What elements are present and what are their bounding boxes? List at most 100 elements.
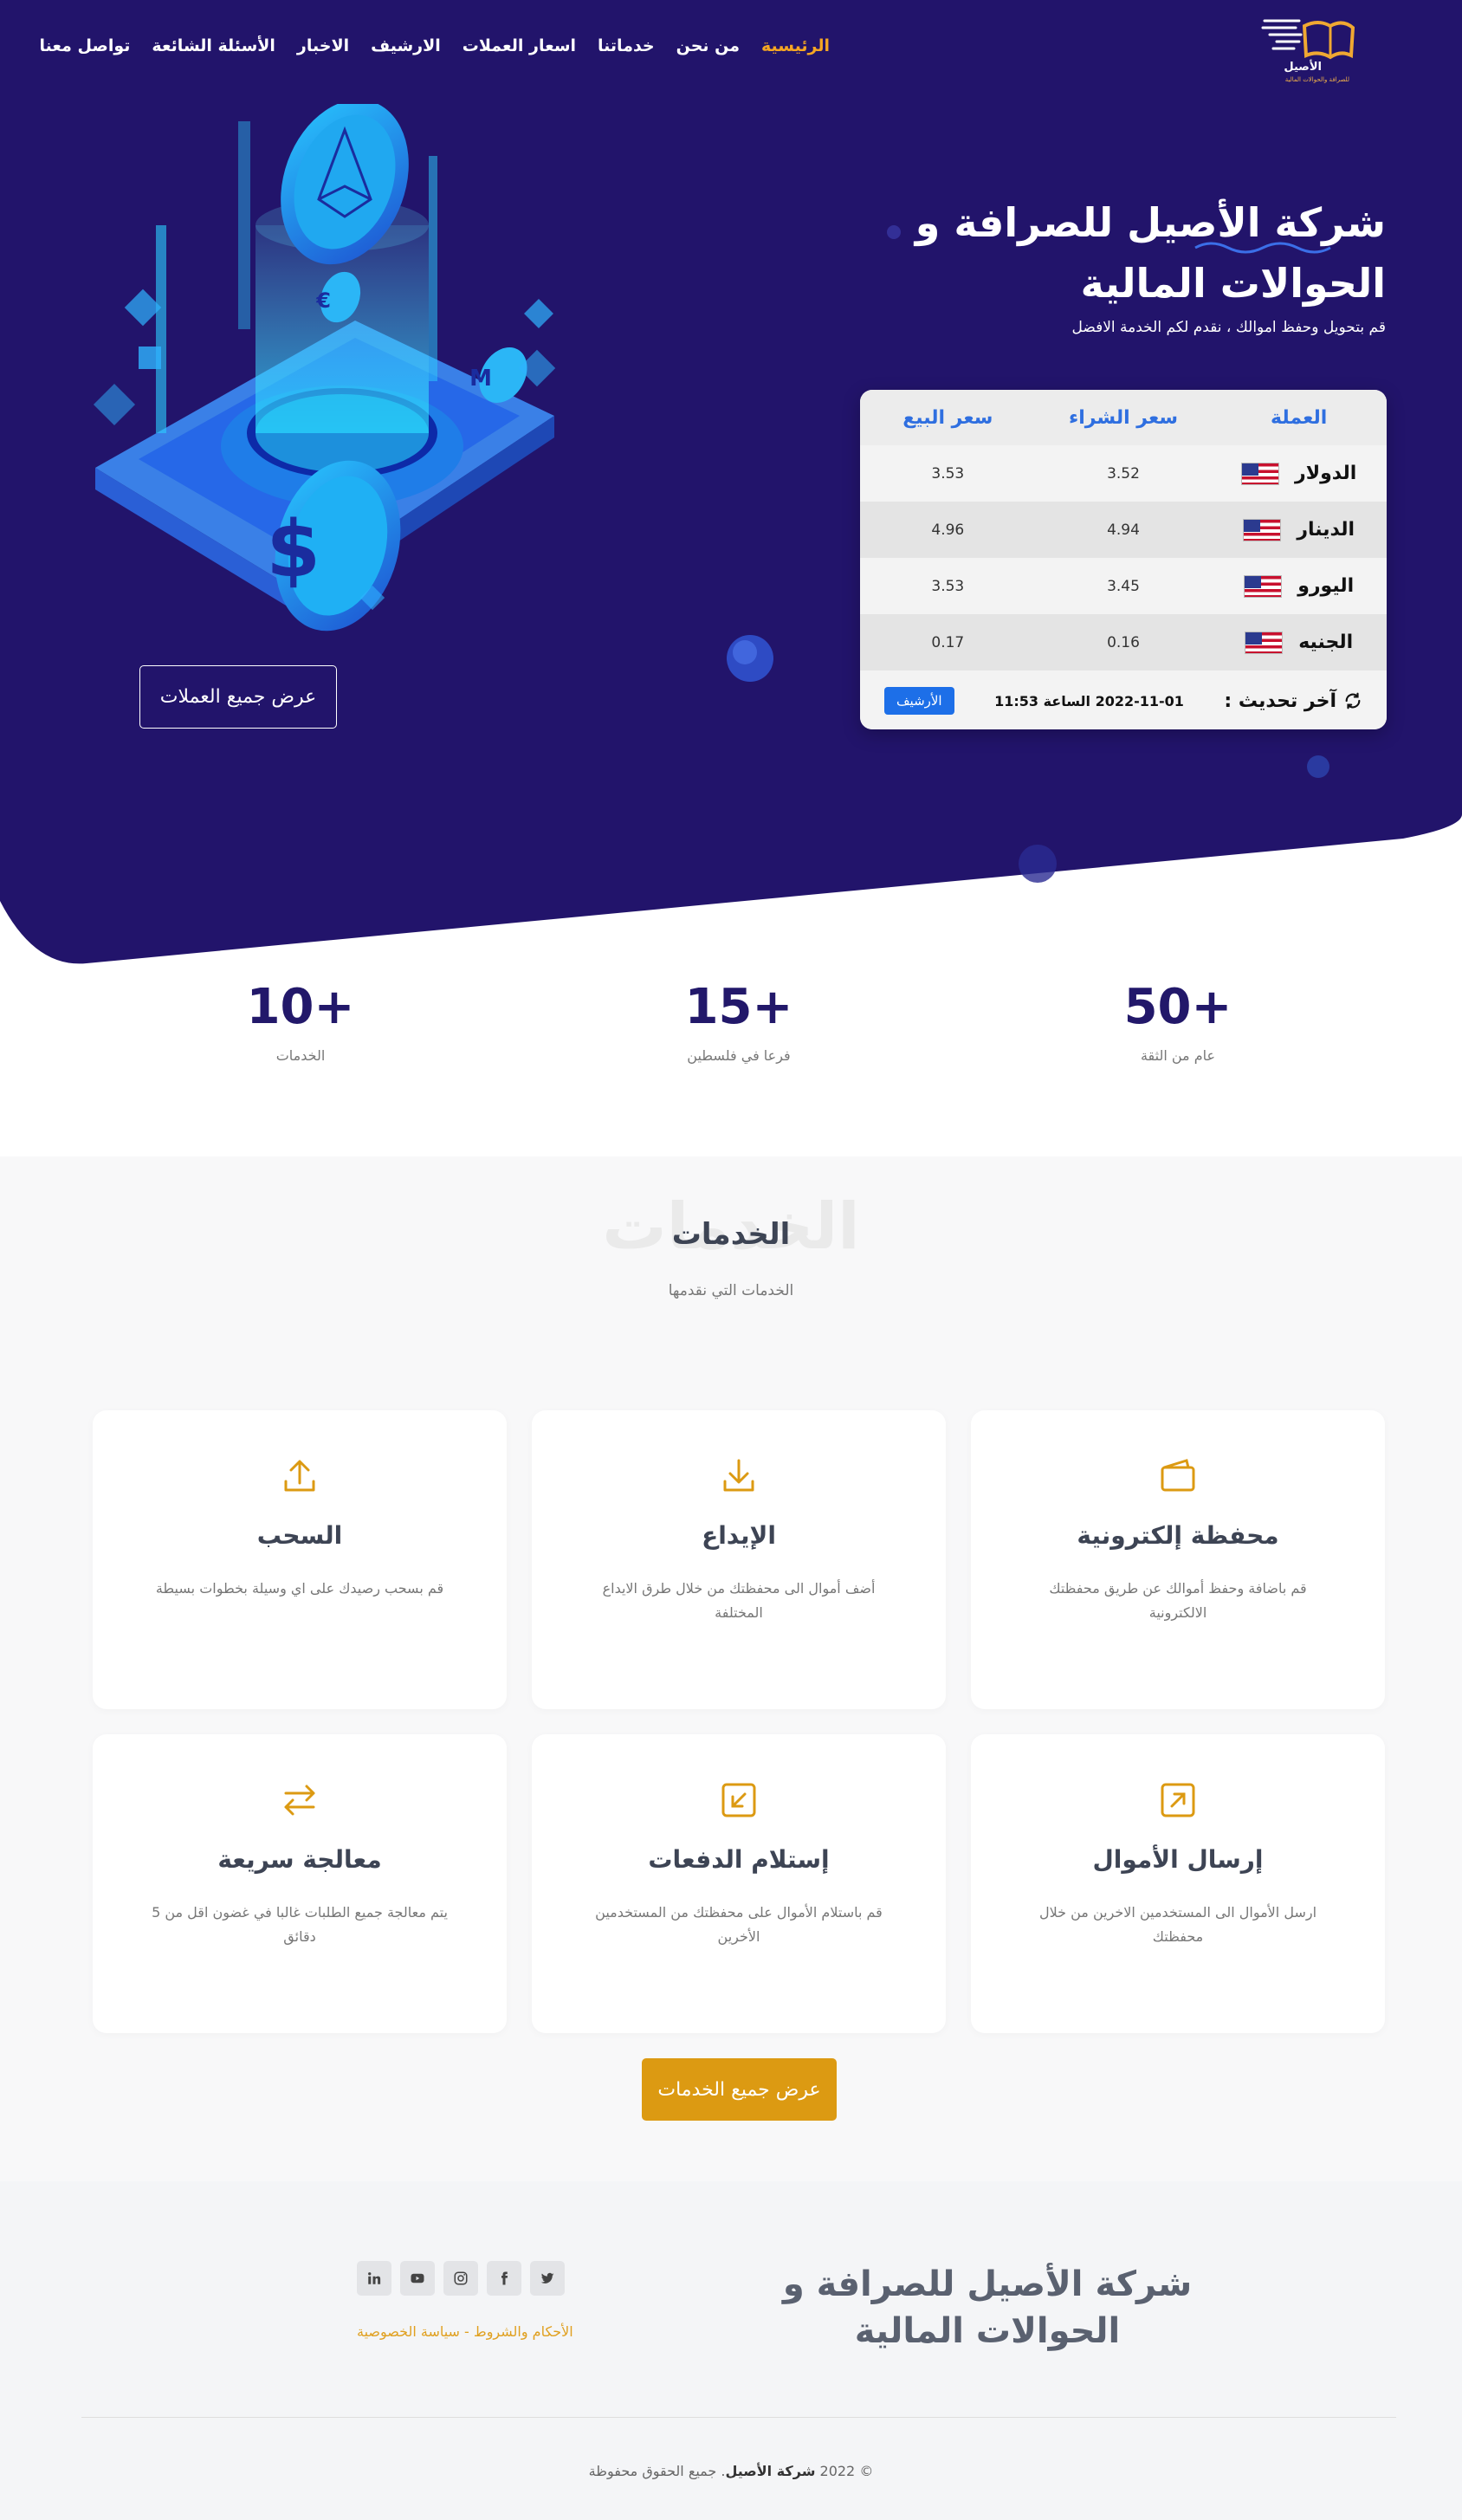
- stat-years: 50+ عام من الثقة: [1048, 979, 1308, 1064]
- svg-text:$: $: [266, 504, 320, 595]
- card-title: محفظة إلكترونية: [1077, 1521, 1279, 1550]
- facebook-icon[interactable]: [487, 2261, 521, 2296]
- nav-prices[interactable]: اسعار العملات: [463, 36, 576, 55]
- us-flag-icon: [1243, 518, 1282, 541]
- copyright: © 2022 شركة الأصيل. جميع الحقوق محفوظة: [0, 2463, 1462, 2479]
- wallet-icon: [1161, 1459, 1195, 1492]
- service-card-wallet[interactable]: محفظة إلكترونية قم باضافة وحفظ أموالك عن…: [971, 1410, 1385, 1709]
- card-title: الإيداع: [702, 1521, 776, 1550]
- svg-text:€: €: [315, 288, 331, 313]
- footer-title: شركة الأصيل للصرافة و الحوالات المالية: [782, 2264, 1193, 2351]
- stat-label: الخدمات: [275, 1047, 326, 1064]
- header-buy: سعر الشراء: [1068, 406, 1179, 429]
- service-card-withdraw[interactable]: السحب قم بسحب رصيدك على اي وسيلة بخطوات …: [93, 1410, 507, 1709]
- sell-price: 3.53: [931, 577, 965, 595]
- buy-price: 0.16: [1107, 633, 1140, 651]
- footer-divider: [81, 2417, 1396, 2418]
- service-card-receive[interactable]: إستلام الدفعات قم باستلام الأموال على مح…: [532, 1734, 946, 2033]
- nav-services[interactable]: خدماتنا: [598, 36, 655, 55]
- last-update: آخر تحديث :: [1224, 690, 1362, 712]
- title-underline-icon: [1194, 242, 1331, 254]
- table-row: الجنيه 0.16 0.17: [860, 614, 1387, 670]
- copyright-prefix: © 2022: [819, 2463, 874, 2479]
- us-flag-icon: [1241, 462, 1280, 485]
- update-label: آخر تحديث :: [1224, 690, 1336, 712]
- buy-price: 4.94: [1107, 521, 1140, 539]
- stats-section: 50+ عام من الثقة 15+ فرعا في فلسطين 10+ …: [0, 979, 1462, 1152]
- card-description: قم باضافة وحفظ أموالك عن طريق محفظتك الا…: [1049, 1580, 1307, 1621]
- card-title: إستلام الدفعات: [648, 1845, 830, 1874]
- table-row: الدولار 3.52 3.53: [860, 445, 1387, 502]
- rates-body: الدولار 3.52 3.53 الدينار 4.94 4.96 اليو…: [860, 445, 1387, 670]
- footer: شركة الأصيل للصرافة و الحوالات المالية ا…: [0, 2181, 1462, 2520]
- us-flag-icon: [1245, 631, 1284, 654]
- stat-value: 10+: [246, 979, 355, 1035]
- send-money-icon: [1161, 1783, 1195, 1817]
- card-title: السحب: [256, 1521, 343, 1550]
- table-row: اليورو 3.45 3.53: [860, 558, 1387, 614]
- all-currencies-button[interactable]: عرض جميع العملات: [139, 665, 337, 729]
- services-title: الخدمات: [671, 1217, 791, 1252]
- currency-name: اليورو: [1297, 575, 1355, 597]
- deposit-icon: [723, 1459, 754, 1492]
- card-title: معالجة سريعة: [217, 1845, 382, 1874]
- services-section: الخدمات الخدمات الخدمات التي نقدمها محفظ…: [0, 1156, 1462, 2181]
- service-card-deposit[interactable]: الإيداع أضف أموال الى محفظتك من خلال طرق…: [532, 1410, 946, 1709]
- card-title: إرسال الأموال: [1092, 1845, 1264, 1874]
- sell-price: 0.17: [931, 633, 965, 651]
- nav-contact[interactable]: تواصل معنا: [40, 36, 131, 55]
- card-description: ارسل الأموال الى المستخدمين الاخرين من خ…: [1038, 1904, 1317, 1945]
- buy-price: 3.52: [1107, 464, 1140, 483]
- linkedin-icon[interactable]: [357, 2261, 391, 2296]
- nav-faq[interactable]: الأسئلة الشائعة: [152, 36, 275, 55]
- refresh-icon: [1345, 692, 1361, 709]
- nav-home[interactable]: الرئيسية: [761, 36, 830, 55]
- receive-payment-icon: [721, 1783, 756, 1817]
- stat-label: فرعا في فلسطين: [687, 1047, 791, 1064]
- exchange-icon: [284, 1785, 315, 1816]
- terms-privacy-link[interactable]: الأحكام والشروط - سياسة الخصوصية: [357, 2323, 573, 2340]
- card-description: يتم معالجة جميع الطلبات غالبا في غضون اق…: [152, 1904, 448, 1945]
- rates-header: العملة سعر الشراء سعر البيع: [860, 390, 1387, 445]
- crypto-illustration-icon: $ € M: [93, 104, 556, 632]
- stat-label: عام من الثقة: [1140, 1047, 1216, 1064]
- twitter-icon[interactable]: [530, 2261, 565, 2296]
- currency-name: الجنيه: [1298, 632, 1354, 653]
- sell-price: 3.53: [931, 464, 965, 483]
- logo-name: الأصيل: [1284, 61, 1322, 74]
- services-subtitle: الخدمات التي نقدمها: [668, 1282, 794, 1299]
- card-description: قم بسحب رصيدك على اي وسيلة بخطوات بسيطة: [155, 1580, 444, 1597]
- service-card-send[interactable]: إرسال الأموال ارسل الأموال الى المستخدمي…: [971, 1734, 1385, 2033]
- archive-button[interactable]: الأرشيف: [884, 687, 954, 715]
- all-services-button[interactable]: عرض جميع الخدمات: [642, 2058, 837, 2121]
- nav-about[interactable]: من نحن: [676, 36, 740, 55]
- copyright-company: شركة الأصيل: [725, 2463, 816, 2479]
- us-flag-icon: [1244, 574, 1283, 598]
- card-description: قم باستلام الأموال على محفظتك من المستخد…: [595, 1904, 883, 1945]
- hero-subtitle: قم بتحويل وحفظ اموالك ، نقدم لكم الخدمة …: [1071, 319, 1386, 336]
- service-card-fast[interactable]: معالجة سريعة يتم معالجة جميع الطلبات غال…: [93, 1734, 507, 2033]
- hero-section: الأصيل للصرافة والحوالات المالية الرئيسي…: [0, 0, 1462, 970]
- card-description: أضف أموال الى محفظتك من خلال طرق الايداع…: [602, 1580, 876, 1621]
- currency-name: الدولار: [1295, 463, 1357, 484]
- update-time: 2022-11-01 الساعة 11:53: [994, 692, 1184, 709]
- youtube-icon[interactable]: [400, 2261, 435, 2296]
- svg-text:M: M: [469, 366, 492, 392]
- stat-branches: 15+ فرعا في فلسطين: [609, 979, 869, 1064]
- header-sell: سعر البيع: [902, 406, 993, 429]
- rates-footer: آخر تحديث : 2022-11-01 الساعة 11:53 الأر…: [860, 670, 1387, 729]
- header-currency: العملة: [1271, 406, 1328, 429]
- withdraw-icon: [284, 1460, 315, 1492]
- table-row: الدينار 4.94 4.96: [860, 502, 1387, 558]
- instagram-icon[interactable]: [443, 2261, 478, 2296]
- nav-archive[interactable]: الارشيف: [371, 36, 441, 55]
- copyright-suffix: . جميع الحقوق محفوظة: [588, 2463, 726, 2479]
- stat-services: 10+ الخدمات: [171, 979, 430, 1064]
- stat-value: 15+: [684, 979, 793, 1035]
- rates-table: العملة سعر الشراء سعر البيع الدولار 3.52…: [860, 390, 1387, 729]
- stat-value: 50+: [1123, 979, 1232, 1035]
- currency-name: الدينار: [1297, 519, 1355, 541]
- main-nav: الرئيسية من نحن خدماتنا اسعار العملات ال…: [40, 36, 830, 55]
- nav-news[interactable]: الاخبار: [297, 36, 349, 55]
- buy-price: 3.45: [1107, 577, 1140, 595]
